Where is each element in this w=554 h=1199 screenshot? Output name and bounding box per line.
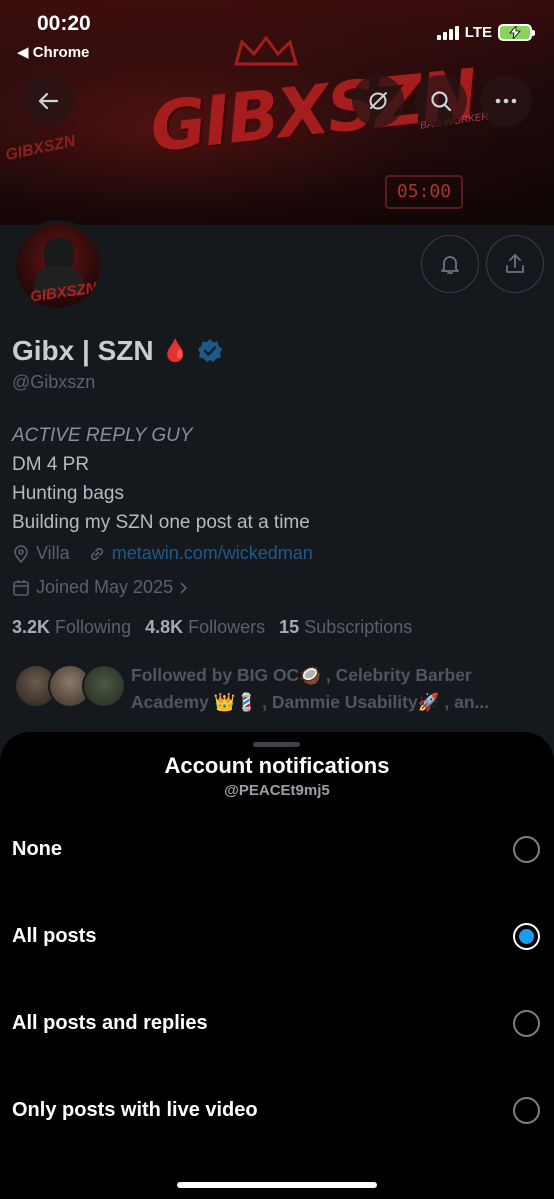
- option-none[interactable]: None: [0, 806, 554, 892]
- search-icon: [431, 91, 452, 112]
- location-pin-icon: [14, 544, 28, 563]
- following-count: 3.2K: [12, 617, 51, 637]
- option-live-video[interactable]: Only posts with live video: [0, 1067, 554, 1153]
- link-icon: [90, 547, 103, 560]
- sheet-title: Account notifications: [164, 753, 390, 778]
- profile-bio: ACTIVE REPLY GUY DM 4 PR Hunting bags Bu…: [12, 421, 310, 537]
- joined-date: Joined May 2025: [36, 577, 174, 597]
- account-notifications-sheet: Account notifications @PEACEt9mj5 None A…: [0, 732, 554, 1199]
- option-label: None: [12, 837, 62, 860]
- bell-plus-icon: [441, 256, 459, 274]
- back-to-app-link[interactable]: ◀ Chrome: [17, 43, 89, 61]
- signal-icon: [436, 25, 459, 40]
- radio-button[interactable]: [513, 1009, 540, 1037]
- option-all-posts-and-replies[interactable]: All posts and replies: [0, 980, 554, 1066]
- back-button[interactable]: [22, 75, 74, 127]
- profile-meta: Villa metawin.com/wickedman: [12, 543, 313, 564]
- more-button[interactable]: [480, 75, 532, 127]
- subscriptions-stat[interactable]: 15 Subscriptions: [279, 617, 412, 638]
- follower-avatar: [82, 664, 126, 708]
- calendar-icon: [13, 579, 29, 596]
- option-label: All posts: [12, 924, 97, 947]
- profile-handle: @Gibxszn: [12, 372, 96, 392]
- arrow-left-icon: [38, 92, 59, 110]
- status-time: 00:20: [37, 12, 91, 35]
- grok-icon: [369, 92, 387, 110]
- followers-label: Followers: [188, 617, 266, 637]
- crown-icon: [234, 36, 298, 66]
- avatar[interactable]: GIBXSZN: [12, 220, 104, 312]
- profile-name-row: Gibx | SZN 🩸: [12, 335, 223, 367]
- profile-location: Villa: [36, 543, 70, 563]
- banner-clock: 05:00: [385, 175, 463, 209]
- profile-joined[interactable]: Joined May 2025: [12, 577, 189, 598]
- chevron-right-icon: [180, 581, 188, 594]
- share-button[interactable]: [486, 235, 544, 293]
- grok-button[interactable]: [352, 75, 404, 127]
- option-label: Only posts with live video: [12, 1098, 258, 1121]
- followed-by-text: Followed by BIG OC🥥 , Celebrity Barber A…: [131, 662, 531, 716]
- profile-stats: 3.2K Following 4.8K Followers 15 Subscri…: [12, 617, 412, 638]
- status-indicators: LTE: [436, 24, 535, 41]
- option-label: All posts and replies: [12, 1011, 208, 1034]
- sheet-grabber[interactable]: [253, 742, 300, 747]
- followed-by-line: Followed by BIG OC🥥 , Celebrity Barber: [131, 665, 472, 685]
- following-label: Following: [55, 617, 132, 637]
- bio-line: Hunting bags: [12, 483, 124, 504]
- subscriptions-count: 15: [279, 617, 300, 637]
- radio-button[interactable]: [513, 835, 540, 863]
- bio-line: Building my SZN one post at a time: [12, 512, 310, 533]
- following-stat[interactable]: 3.2K Following: [12, 617, 131, 638]
- more-dots-icon: [495, 98, 517, 104]
- battery-charging-icon: [498, 24, 535, 41]
- radio-button-selected[interactable]: [513, 922, 540, 950]
- radio-button[interactable]: [513, 1096, 540, 1124]
- share-icon: [506, 254, 524, 273]
- home-indicator[interactable]: [177, 1182, 377, 1188]
- network-label: LTE: [464, 24, 492, 41]
- verified-badge-icon[interactable]: [197, 338, 223, 364]
- followers-count: 4.8K: [145, 617, 184, 637]
- followed-by-line: Academy 👑💈 , Dammie Usability🚀 , an...: [131, 692, 490, 712]
- notifications-button[interactable]: [421, 235, 479, 293]
- sheet-subtitle: @PEACEt9mj5: [224, 782, 330, 799]
- search-button[interactable]: [415, 75, 467, 127]
- profile-name: Gibx | SZN: [12, 335, 154, 366]
- blood-drop-emoji: 🩸: [161, 338, 190, 363]
- option-all-posts[interactable]: All posts: [0, 893, 554, 979]
- bio-line: DM 4 PR: [12, 454, 90, 475]
- profile-website-link[interactable]: metawin.com/wickedman: [112, 543, 313, 564]
- followers-stat[interactable]: 4.8K Followers: [145, 617, 265, 638]
- bio-line: ACTIVE REPLY GUY: [12, 425, 193, 446]
- subscriptions-label: Subscriptions: [304, 617, 413, 637]
